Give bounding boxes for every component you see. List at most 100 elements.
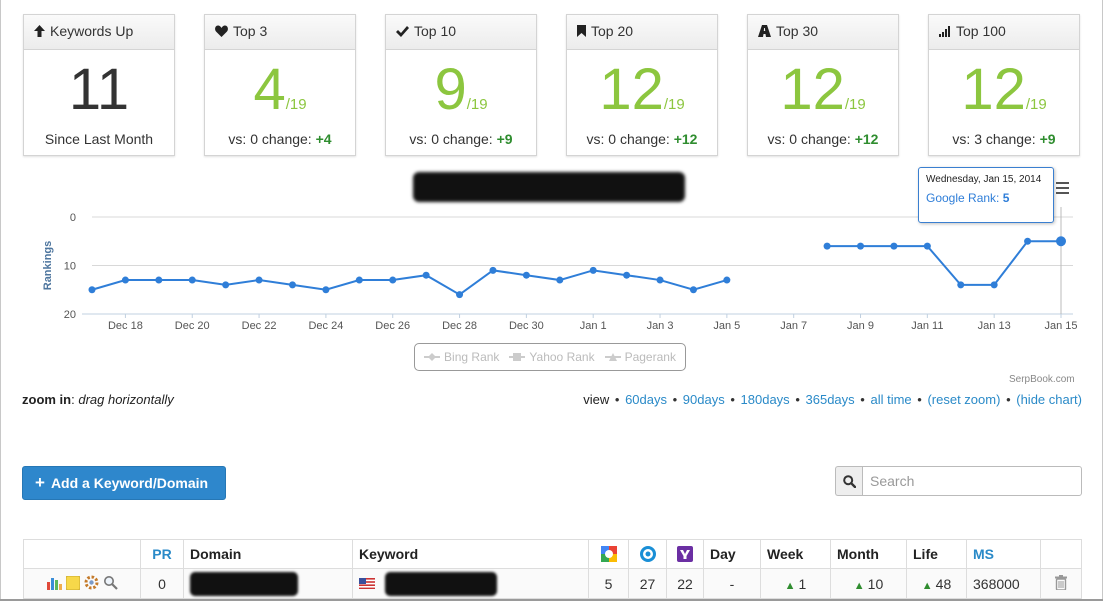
data-point	[990, 281, 998, 289]
search-input[interactable]	[862, 466, 1082, 496]
card-title: Top 20	[591, 23, 634, 39]
legend-label: Bing Rank	[444, 350, 500, 364]
legend-item-yahoo[interactable]: Yahoo Rank	[509, 350, 595, 364]
cell-domain[interactable]	[183, 568, 353, 599]
window-border-left	[0, 0, 1, 601]
cell-keyword[interactable]	[352, 568, 589, 599]
header-bing[interactable]	[628, 539, 667, 569]
keywords-table: PR Domain Keyword Day Week Month Life MS	[23, 539, 1082, 599]
card-value: 12/19	[748, 55, 898, 125]
header-day[interactable]: Day	[703, 539, 761, 569]
y-tick-label: 0	[70, 212, 76, 224]
zoom-hint: zoom in: drag horizontally	[22, 392, 174, 407]
table-header-row: PR Domain Keyword Day Week Month Life MS	[23, 539, 1082, 569]
search-icon[interactable]	[835, 466, 862, 496]
data-point	[589, 266, 597, 274]
header-yahoo[interactable]	[666, 539, 704, 569]
card-top-10: Top 10 9/19 vs: 0 change: +9	[385, 14, 537, 156]
header-pr[interactable]: PR	[140, 539, 184, 569]
trash-icon[interactable]	[1055, 574, 1067, 591]
card-value: 9/19	[386, 55, 536, 125]
card-foot-text: vs: 3 change:	[952, 131, 1036, 147]
view-365days-link[interactable]: 365days	[806, 392, 855, 407]
x-tick-label: Jan 9	[847, 320, 874, 332]
redacted-chart-title	[413, 172, 685, 202]
x-tick-label: Dec 24	[308, 320, 343, 332]
card-footer: vs: 0 change: +12	[748, 131, 898, 147]
add-keyword-button[interactable]: + Add a Keyword/Domain	[22, 466, 226, 500]
chart-menu-icon[interactable]	[1056, 182, 1069, 197]
y-axis-title: Rankings	[42, 241, 54, 291]
card-total: /19	[466, 96, 488, 113]
road-icon	[758, 25, 771, 37]
x-tick-label: Jan 15	[1044, 320, 1077, 332]
card-header: Top 30	[748, 15, 898, 50]
header-google[interactable]	[588, 539, 629, 569]
card-total: /19	[844, 96, 866, 113]
data-point	[222, 281, 230, 289]
data-point	[1056, 236, 1066, 247]
header-keyword[interactable]: Keyword	[352, 539, 589, 569]
card-change: +9	[496, 131, 513, 147]
zoom-hint-label: zoom in	[22, 392, 72, 407]
legend-triangle-icon	[604, 353, 621, 361]
hide-chart-link[interactable]: (hide chart)	[1016, 392, 1082, 407]
view-60days-link[interactable]: 60days	[625, 392, 667, 407]
legend-item-pagerank[interactable]: Pagerank	[604, 350, 676, 364]
x-tick-label: Jan 1	[580, 320, 607, 332]
card-change: +4	[315, 131, 332, 147]
data-point	[1024, 237, 1032, 245]
header-life[interactable]: Life	[906, 539, 967, 569]
reset-zoom-link[interactable]: (reset zoom)	[927, 392, 1000, 407]
checkmark-icon	[396, 26, 409, 37]
data-point	[957, 281, 965, 289]
series-line-google-rank	[91, 269, 728, 296]
data-point	[188, 276, 196, 284]
chart-credit[interactable]: SerpBook.com	[1009, 374, 1075, 385]
card-top-3: Top 3 4/19 vs: 0 change: +4	[204, 14, 356, 156]
view-label: view	[583, 392, 610, 407]
view-90days-link[interactable]: 90days	[683, 392, 725, 407]
note-icon[interactable]	[65, 575, 81, 590]
month-value: 10	[867, 575, 884, 592]
chart-legend: Bing Rank Yahoo Rank Pagerank	[414, 343, 686, 371]
plus-icon: +	[35, 473, 45, 492]
card-header: Top 20	[567, 15, 717, 50]
data-point	[723, 276, 731, 284]
cell-bing-rank: 27	[628, 568, 667, 599]
gear-icon[interactable]	[84, 575, 99, 590]
card-total: /19	[1025, 96, 1047, 113]
card-footer: Since Last Month	[24, 131, 174, 147]
data-point	[255, 276, 263, 284]
card-number: 9	[434, 57, 467, 122]
header-domain[interactable]: Domain	[183, 539, 353, 569]
y-tick-label: 20	[64, 309, 76, 321]
bing-icon	[639, 546, 656, 562]
x-tick-label: Jan 5	[713, 320, 740, 332]
tooltip-date: Wednesday, Jan 15, 2014	[926, 174, 1042, 185]
legend-item-bing[interactable]: Bing Rank	[424, 350, 499, 364]
add-keyword-label: Add a Keyword/Domain	[50, 475, 209, 491]
view-all-time-link[interactable]: all time	[870, 392, 911, 407]
view-180days-link[interactable]: 180days	[741, 392, 790, 407]
chart-bars-icon[interactable]	[46, 576, 63, 590]
data-point	[489, 266, 497, 274]
legend-label: Yahoo Rank	[529, 350, 595, 364]
data-point	[689, 286, 697, 294]
card-value: 11	[24, 55, 174, 125]
header-week[interactable]: Week	[760, 539, 831, 569]
data-point	[656, 276, 664, 284]
card-header: Keywords Up	[24, 15, 174, 50]
card-value: 12/19	[929, 55, 1079, 125]
bookmark-icon	[577, 25, 586, 37]
data-point	[121, 276, 129, 284]
signal-bars-icon	[939, 26, 950, 37]
header-month[interactable]: Month	[830, 539, 907, 569]
google-icon	[600, 546, 617, 562]
header-ms[interactable]: MS	[966, 539, 1041, 569]
magnifier-icon[interactable]	[103, 575, 118, 590]
cell-life: ▲ 48	[906, 568, 967, 599]
cell-yahoo-rank: 22	[666, 568, 704, 599]
data-point	[355, 276, 363, 284]
life-value: 48	[935, 575, 952, 592]
